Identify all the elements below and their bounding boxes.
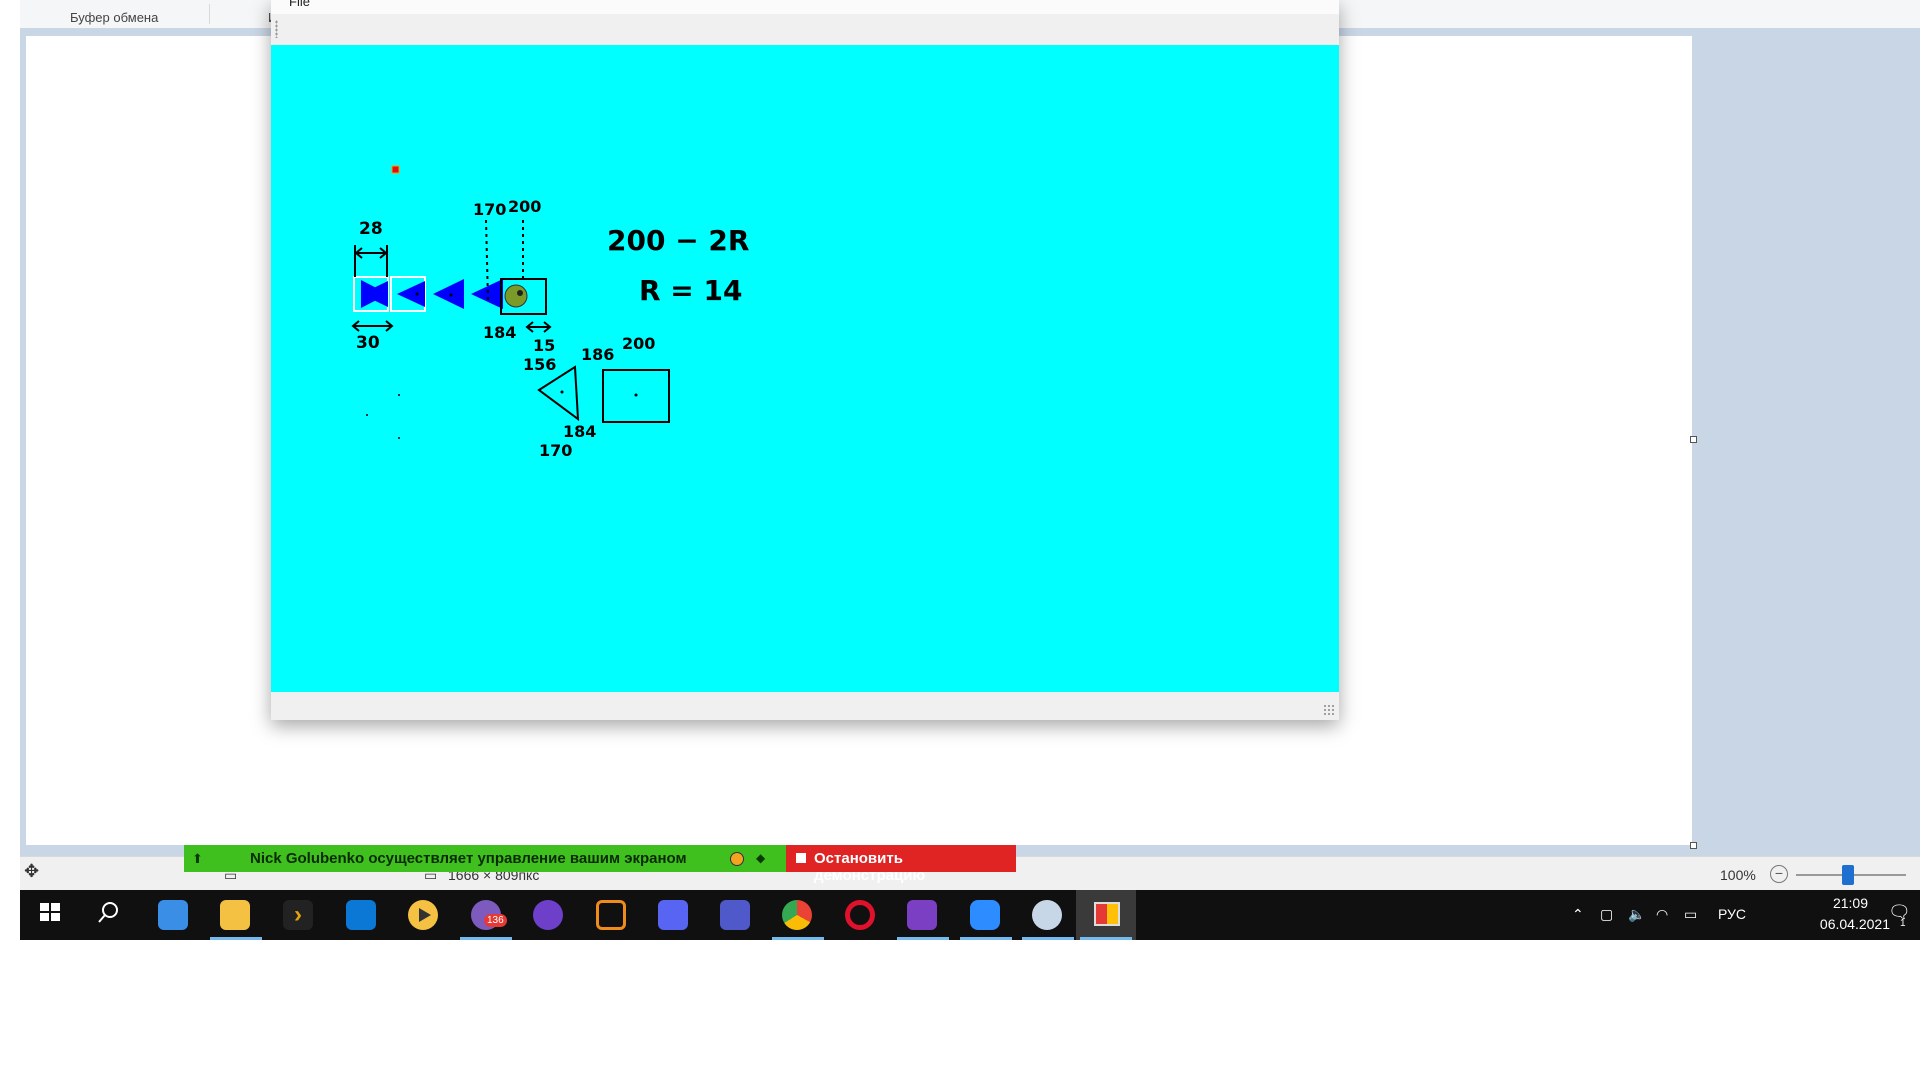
label-170-bottom: 170 (539, 441, 572, 460)
shield-icon: ◆ (756, 851, 766, 865)
vscode-icon[interactable] (346, 900, 376, 930)
label-200-top: 200 (508, 197, 541, 216)
battery-icon[interactable]: ▭ (1684, 906, 1697, 923)
viber-badge: 136 (484, 914, 507, 927)
clock-date[interactable]: 06.04.2021 (1820, 916, 1890, 932)
label-170-top: 170 (473, 200, 506, 219)
label-28: 28 (359, 219, 383, 239)
teams-icon[interactable] (720, 900, 750, 930)
label-184-top: 184 (483, 323, 516, 342)
github-desktop-icon[interactable] (533, 900, 563, 930)
size-grip-icon[interactable] (1323, 704, 1335, 716)
stop-sharing-button[interactable]: Остановить демонстрацию (786, 845, 1016, 884)
zoom-level: 100% (1720, 867, 1756, 883)
game-menubar: File (271, 0, 1339, 14)
active-indicator (960, 937, 1012, 940)
remote-control-icon[interactable] (730, 852, 744, 866)
game-sketch: 28 30 170 200 184 15 200 − 2R R = 14 186… (351, 165, 749, 460)
stop-sharing-label: Остановить демонстрацию (814, 850, 926, 884)
active-indicator (1022, 937, 1074, 940)
snake-triangle-3 (433, 279, 464, 309)
volume-icon[interactable]: 🔈 (1628, 906, 1645, 923)
label-30: 30 (356, 333, 380, 353)
forms-app-taskbar-button[interactable] (1076, 890, 1136, 940)
visual-studio-icon[interactable] (907, 900, 937, 930)
active-indicator (897, 937, 949, 940)
notification-count: 1 (1900, 918, 1906, 929)
chevron-up-icon[interactable]: ⌃ (1572, 906, 1584, 923)
zoom-slider-thumb[interactable] (1842, 865, 1854, 885)
search-icon[interactable] (96, 900, 126, 930)
active-indicator (210, 937, 262, 940)
active-indicator (772, 937, 824, 940)
radius-text: R = 14 (639, 274, 742, 307)
wifi-icon[interactable]: ◠ (1656, 906, 1668, 923)
canvas-resize-handle-right[interactable] (1690, 436, 1697, 443)
paint-icon[interactable] (1032, 900, 1062, 930)
formula-text: 200 − 2R (607, 224, 749, 257)
toolstrip-grip-icon[interactable] (275, 20, 278, 38)
sketch-triangle (537, 365, 580, 422)
screen-control-banner: ⬆ Nick Golubenko осуществляет управление… (184, 845, 787, 872)
system-tray: ⌃ ▢ 🔈 ◠ ▭ РУС 21:09 06.04.2021 🗨 1 (1560, 890, 1920, 940)
pin-icon[interactable]: ⬆ (192, 851, 206, 866)
game-toolstrip (271, 14, 1339, 44)
ribbon-group-clipboard[interactable]: Буфер обмена (60, 4, 210, 25)
plex-icon[interactable]: › (283, 900, 313, 930)
contacts-icon[interactable] (158, 900, 188, 930)
zoom-icon[interactable] (970, 900, 1000, 930)
game-window: File 28 30 170 200 184 15 200 − 2R R = 1… (271, 0, 1339, 720)
forms-app-icon (1094, 902, 1120, 926)
language-indicator[interactable]: РУС (1718, 906, 1746, 922)
label-184-bottom: 184 (563, 422, 596, 441)
windows-start-icon[interactable] (38, 900, 68, 930)
file-explorer-icon[interactable] (220, 900, 250, 930)
chrome-icon[interactable] (782, 900, 812, 930)
menu-file[interactable]: File (289, 0, 310, 9)
virtualbox-icon[interactable] (596, 900, 626, 930)
active-indicator (1080, 937, 1132, 940)
discord-icon[interactable] (658, 900, 688, 930)
canvas-resize-handle-corner[interactable] (1690, 842, 1697, 849)
media-player-icon[interactable] (408, 900, 438, 930)
game-canvas[interactable]: 28 30 170 200 184 15 200 − 2R R = 14 186… (271, 45, 1339, 692)
game-statusbar (271, 692, 1339, 720)
label-15: 15 (533, 336, 555, 355)
label-156: 156 (523, 355, 556, 374)
screen-control-message: Nick Golubenko осуществляет управление в… (250, 850, 687, 867)
meet-now-icon[interactable]: ▢ (1600, 906, 1613, 923)
label-186: 186 (581, 345, 614, 364)
clock-time[interactable]: 21:09 (1833, 895, 1868, 911)
stop-icon (796, 853, 806, 863)
frog-icon (504, 284, 528, 308)
active-indicator (460, 937, 512, 940)
taskbar: › 136 ⌃ ▢ 🔈 ◠ ▭ РУС 21:09 06.04.2021 🗨 1 (20, 890, 1920, 940)
apple-icon (391, 165, 400, 174)
opera-icon[interactable] (845, 900, 875, 930)
zoom-out-button[interactable]: − (1770, 865, 1788, 883)
label-200-bottom: 200 (622, 334, 655, 353)
move-cursor-icon: ✥ (24, 861, 40, 881)
